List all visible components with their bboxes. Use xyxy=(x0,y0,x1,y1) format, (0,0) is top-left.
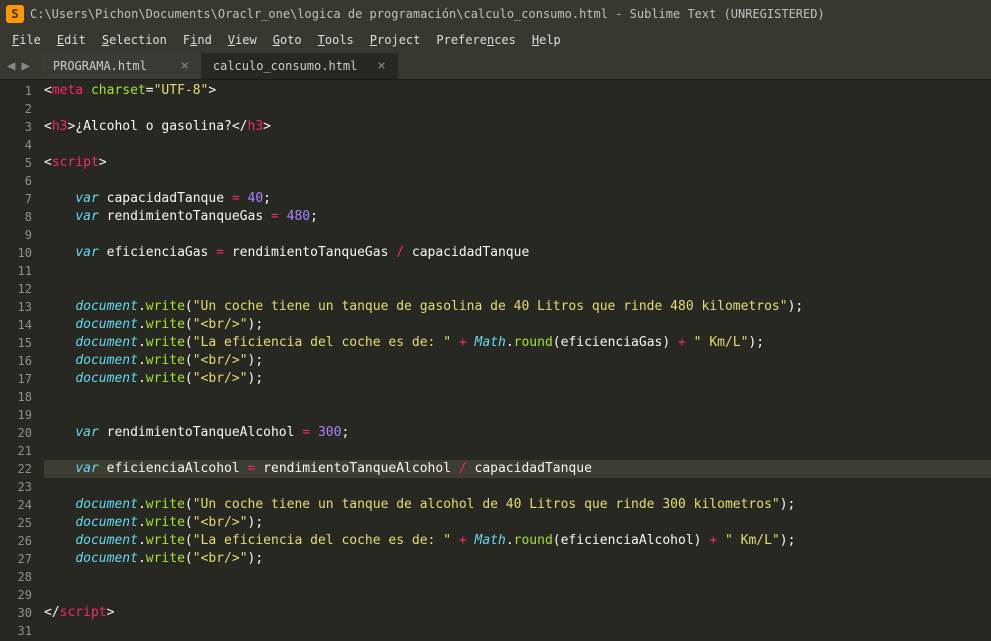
menu-edit[interactable]: Edit xyxy=(49,31,94,49)
code-line[interactable]: var eficienciaGas = rendimientoTanqueGas… xyxy=(44,244,991,262)
line-number[interactable]: 20 xyxy=(0,424,32,442)
code-line[interactable] xyxy=(44,478,991,496)
tab-calculo-consumo[interactable]: calculo_consumo.html × xyxy=(201,53,398,79)
line-number[interactable]: 31 xyxy=(0,622,32,640)
code-line[interactable]: document.write("<br/>"); xyxy=(44,352,991,370)
line-number[interactable]: 1 xyxy=(0,82,32,100)
line-number[interactable]: 13 xyxy=(0,298,32,316)
menu-find[interactable]: Find xyxy=(175,31,220,49)
menu-goto[interactable]: Goto xyxy=(265,31,310,49)
code-area[interactable]: <meta charset="UTF-8"> <h3>¿Alcohol o ga… xyxy=(44,80,991,641)
code-line[interactable] xyxy=(44,172,991,190)
menu-help[interactable]: Help xyxy=(524,31,569,49)
menubar: File Edit Selection Find View Goto Tools… xyxy=(0,28,991,52)
tab-bar: ◀ ▶ PROGRAMA.html × calculo_consumo.html… xyxy=(0,52,991,80)
code-line[interactable]: document.write("<br/>"); xyxy=(44,550,991,568)
code-line[interactable]: document.write("<br/>"); xyxy=(44,316,991,334)
line-number[interactable]: 11 xyxy=(0,262,32,280)
line-number[interactable]: 30 xyxy=(0,604,32,622)
line-number[interactable]: 25 xyxy=(0,514,32,532)
code-line[interactable] xyxy=(44,586,991,604)
menu-tools[interactable]: Tools xyxy=(310,31,362,49)
editor: 1 2 3 4 5 6 7 8 9 10 11 12 13 14 15 16 1… xyxy=(0,80,991,641)
line-number[interactable]: 23 xyxy=(0,478,32,496)
code-line[interactable]: <script> xyxy=(44,154,991,172)
line-number[interactable]: 18 xyxy=(0,388,32,406)
line-number[interactable]: 24 xyxy=(0,496,32,514)
line-number[interactable]: 4 xyxy=(0,136,32,154)
menu-project[interactable]: Project xyxy=(362,31,429,49)
line-number[interactable]: 16 xyxy=(0,352,32,370)
code-line[interactable] xyxy=(44,442,991,460)
line-number[interactable]: 21 xyxy=(0,442,32,460)
menu-view[interactable]: View xyxy=(220,31,265,49)
code-line[interactable]: document.write("<br/>"); xyxy=(44,514,991,532)
line-number[interactable]: 5 xyxy=(0,154,32,172)
code-line[interactable]: document.write("<br/>"); xyxy=(44,370,991,388)
window-title: C:\Users\Pichon\Documents\Oraclr_one\log… xyxy=(30,7,825,21)
gutter: 1 2 3 4 5 6 7 8 9 10 11 12 13 14 15 16 1… xyxy=(0,80,44,641)
code-line[interactable]: </script> xyxy=(44,604,991,622)
code-line[interactable] xyxy=(44,100,991,118)
menu-preferences[interactable]: Preferences xyxy=(428,31,524,49)
code-line[interactable]: var rendimientoTanqueGas = 480; xyxy=(44,208,991,226)
titlebar: S C:\Users\Pichon\Documents\Oraclr_one\l… xyxy=(0,0,991,28)
line-number[interactable]: 28 xyxy=(0,568,32,586)
line-number[interactable]: 2 xyxy=(0,100,32,118)
code-line-active[interactable]: var eficienciaAlcohol = rendimientoTanqu… xyxy=(44,460,991,478)
app-icon: S xyxy=(6,5,24,23)
line-number[interactable]: 3 xyxy=(0,118,32,136)
line-number[interactable]: 15 xyxy=(0,334,32,352)
code-line[interactable] xyxy=(44,568,991,586)
nav-next-icon[interactable]: ▶ xyxy=(18,58,32,74)
line-number[interactable]: 12 xyxy=(0,280,32,298)
menu-selection[interactable]: Selection xyxy=(94,31,175,49)
code-line[interactable]: var rendimientoTanqueAlcohol = 300; xyxy=(44,424,991,442)
tab-programa[interactable]: PROGRAMA.html × xyxy=(41,53,201,79)
nav-prev-icon[interactable]: ◀ xyxy=(4,58,18,74)
code-line[interactable] xyxy=(44,262,991,280)
line-number[interactable]: 14 xyxy=(0,316,32,334)
close-icon[interactable]: × xyxy=(180,58,188,74)
code-line[interactable]: document.write("La eficiencia del coche … xyxy=(44,532,991,550)
tab-label: calculo_consumo.html xyxy=(213,59,358,73)
code-line[interactable]: document.write("Un coche tiene un tanque… xyxy=(44,298,991,316)
code-line[interactable] xyxy=(44,388,991,406)
line-number[interactable]: 22 xyxy=(0,460,32,478)
line-number[interactable]: 7 xyxy=(0,190,32,208)
code-line[interactable]: document.write("La eficiencia del coche … xyxy=(44,334,991,352)
line-number[interactable]: 17 xyxy=(0,370,32,388)
line-number[interactable]: 19 xyxy=(0,406,32,424)
code-line[interactable]: <meta charset="UTF-8"> xyxy=(44,82,991,100)
code-line[interactable] xyxy=(44,226,991,244)
line-number[interactable]: 8 xyxy=(0,208,32,226)
code-line[interactable] xyxy=(44,622,991,640)
code-line[interactable]: document.write("Un coche tiene un tanque… xyxy=(44,496,991,514)
line-number[interactable]: 9 xyxy=(0,226,32,244)
line-number[interactable]: 26 xyxy=(0,532,32,550)
code-line[interactable] xyxy=(44,136,991,154)
line-number[interactable]: 29 xyxy=(0,586,32,604)
close-icon[interactable]: × xyxy=(377,58,385,74)
code-line[interactable] xyxy=(44,280,991,298)
code-line[interactable]: <h3>¿Alcohol o gasolina?</h3> xyxy=(44,118,991,136)
code-line[interactable]: var capacidadTanque = 40; xyxy=(44,190,991,208)
tab-label: PROGRAMA.html xyxy=(53,59,147,73)
line-number[interactable]: 27 xyxy=(0,550,32,568)
line-number[interactable]: 10 xyxy=(0,244,32,262)
menu-file[interactable]: File xyxy=(4,31,49,49)
code-line[interactable] xyxy=(44,406,991,424)
line-number[interactable]: 6 xyxy=(0,172,32,190)
